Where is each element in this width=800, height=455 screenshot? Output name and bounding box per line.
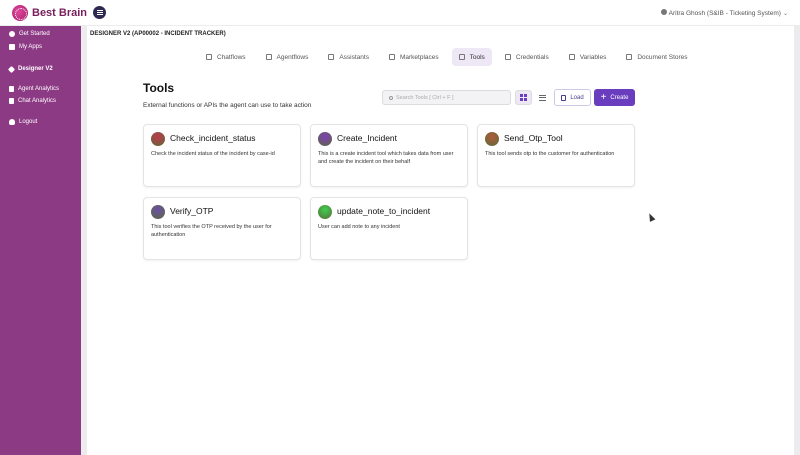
- tab-document-stores[interactable]: Document Stores: [619, 48, 694, 66]
- tools-icon: [458, 54, 465, 60]
- tool-name: update_note_to_incident: [337, 206, 431, 216]
- tool-icon: [318, 205, 332, 219]
- create-label: Create: [610, 94, 629, 101]
- search-placeholder: Search Tools [ Ctrl + F ]: [396, 94, 454, 101]
- sidebar-item-label: Agent Analytics: [18, 86, 60, 92]
- tab-label: Assistants: [339, 53, 369, 61]
- tab-label: Document Stores: [637, 53, 688, 61]
- tool-description: This is a create incident tool which tak…: [318, 151, 454, 165]
- tool-icon: [151, 132, 165, 146]
- user-label: Aritra Ghosh (S&IB - Ticketing System): [668, 9, 781, 17]
- list-icon: [539, 94, 546, 101]
- create-button[interactable]: + Create: [594, 89, 635, 106]
- list-view-button[interactable]: [534, 90, 551, 105]
- top-bar: Best Brain Aritra Ghosh (S&IB - Ticketin…: [0, 0, 800, 26]
- load-label: Load: [570, 94, 584, 101]
- sidebar-item-label: Designer V2: [18, 66, 53, 72]
- sidebar-item-logout[interactable]: Logout: [9, 119, 37, 125]
- grid-icon: [520, 94, 527, 101]
- tool-name: Send_Otp_Tool: [504, 133, 563, 143]
- grid-view-button[interactable]: [515, 90, 532, 105]
- tool-icon: [151, 205, 165, 219]
- page-title: Tools: [143, 81, 175, 95]
- sidebar-item-label: My Apps: [19, 44, 43, 50]
- tool-description: This tool sends otp to the customer for …: [485, 151, 615, 157]
- chevron-down-icon: ⌄: [782, 10, 788, 17]
- brain-logo-icon: [12, 4, 28, 21]
- tab-agentflows[interactable]: Agentflows: [259, 48, 316, 66]
- load-icon: [561, 94, 567, 101]
- chatflow-icon: [206, 54, 212, 60]
- variables-icon: [568, 54, 575, 60]
- content-panel: DESIGNER V2 (AP00002 - INCIDENT TRACKER)…: [87, 26, 794, 455]
- tab-label: Chatflows: [217, 53, 246, 61]
- search-icon: [389, 95, 393, 100]
- tab-assistants[interactable]: Assistants: [321, 48, 376, 66]
- tool-icon: [485, 132, 499, 146]
- tool-name: Check_incident_status: [170, 133, 256, 143]
- lock-icon: [504, 54, 511, 60]
- marketplace-icon: [388, 54, 395, 60]
- tab-label: Marketplaces: [399, 53, 439, 61]
- sidebar-item-label: Logout: [19, 119, 38, 125]
- tab-marketplaces[interactable]: Marketplaces: [382, 48, 446, 66]
- tool-card[interactable]: Check_incident_status Check the incident…: [143, 124, 301, 187]
- tool-card[interactable]: update_note_to_incident User can add not…: [310, 197, 468, 260]
- tool-name: Verify_OTP: [170, 206, 214, 216]
- user-menu[interactable]: Aritra Ghosh (S&IB - Ticketing System) ⌄: [660, 0, 788, 26]
- main-area: DESIGNER V2 (AP00002 - INCIDENT TRACKER)…: [81, 26, 800, 455]
- tool-card[interactable]: Send_Otp_Tool This tool sends otp to the…: [477, 124, 635, 187]
- sidebar-item-my-apps[interactable]: My Apps: [9, 44, 42, 50]
- document-icon: [9, 98, 14, 104]
- tab-label: Tools: [469, 53, 485, 61]
- designer-icon: [7, 65, 16, 73]
- tool-description: This tool verifies the OTP received by t…: [151, 224, 272, 238]
- tool-name: Create_Incident: [337, 133, 398, 143]
- menu-toggle-button[interactable]: [93, 6, 107, 19]
- sidebar-item-chat-analytics[interactable]: Chat Analytics: [9, 98, 56, 104]
- sidebar-item-get-started[interactable]: Get Started: [9, 31, 50, 37]
- tool-card[interactable]: Create_Incident This is a create inciden…: [310, 124, 468, 187]
- tab-chatflows[interactable]: Chatflows: [199, 48, 253, 66]
- plus-icon: +: [600, 91, 607, 103]
- logo[interactable]: Best Brain: [12, 4, 88, 21]
- sidebar-item-label: Get Started: [19, 31, 50, 37]
- agentflow-icon: [265, 54, 272, 60]
- tab-tools[interactable]: Tools: [451, 48, 492, 66]
- assistant-icon: [328, 54, 335, 60]
- user-icon: [660, 9, 667, 15]
- apps-icon: [9, 44, 15, 50]
- sidebar-item-agent-analytics[interactable]: Agent Analytics: [9, 86, 59, 92]
- tab-bar: Chatflows Agentflows Assistants Marketpl…: [199, 48, 701, 66]
- tab-variables[interactable]: Variables: [562, 48, 614, 66]
- logo-text: Best Brain: [32, 6, 88, 19]
- search-input[interactable]: Search Tools [ Ctrl + F ]: [382, 90, 511, 105]
- document-icon: [9, 86, 14, 92]
- tab-label: Variables: [579, 53, 607, 61]
- tab-label: Credentials: [515, 53, 549, 61]
- sidebar-item-label: Chat Analytics: [18, 98, 57, 104]
- gear-icon: [9, 31, 15, 37]
- tool-description: Check the incident status of the inciden…: [151, 151, 275, 157]
- breadcrumb: DESIGNER V2 (AP00002 - INCIDENT TRACKER): [90, 31, 226, 37]
- hamburger-icon: [96, 12, 103, 13]
- tab-label: Agentflows: [276, 53, 309, 61]
- sidebar: Get Started My Apps Designer V2 Agent An…: [0, 26, 81, 455]
- tab-credentials[interactable]: Credentials: [498, 48, 556, 66]
- tool-icon: [318, 132, 332, 146]
- user-icon: [9, 119, 15, 125]
- page-subtitle: External functions or APIs the agent can…: [143, 102, 312, 109]
- tool-description: User can add note to any incident: [318, 224, 400, 230]
- load-button[interactable]: Load: [554, 89, 591, 106]
- sidebar-item-designer-v2[interactable]: Designer V2: [7, 65, 53, 73]
- document-store-icon: [626, 54, 633, 60]
- tool-card[interactable]: Verify_OTP This tool verifies the OTP re…: [143, 197, 301, 260]
